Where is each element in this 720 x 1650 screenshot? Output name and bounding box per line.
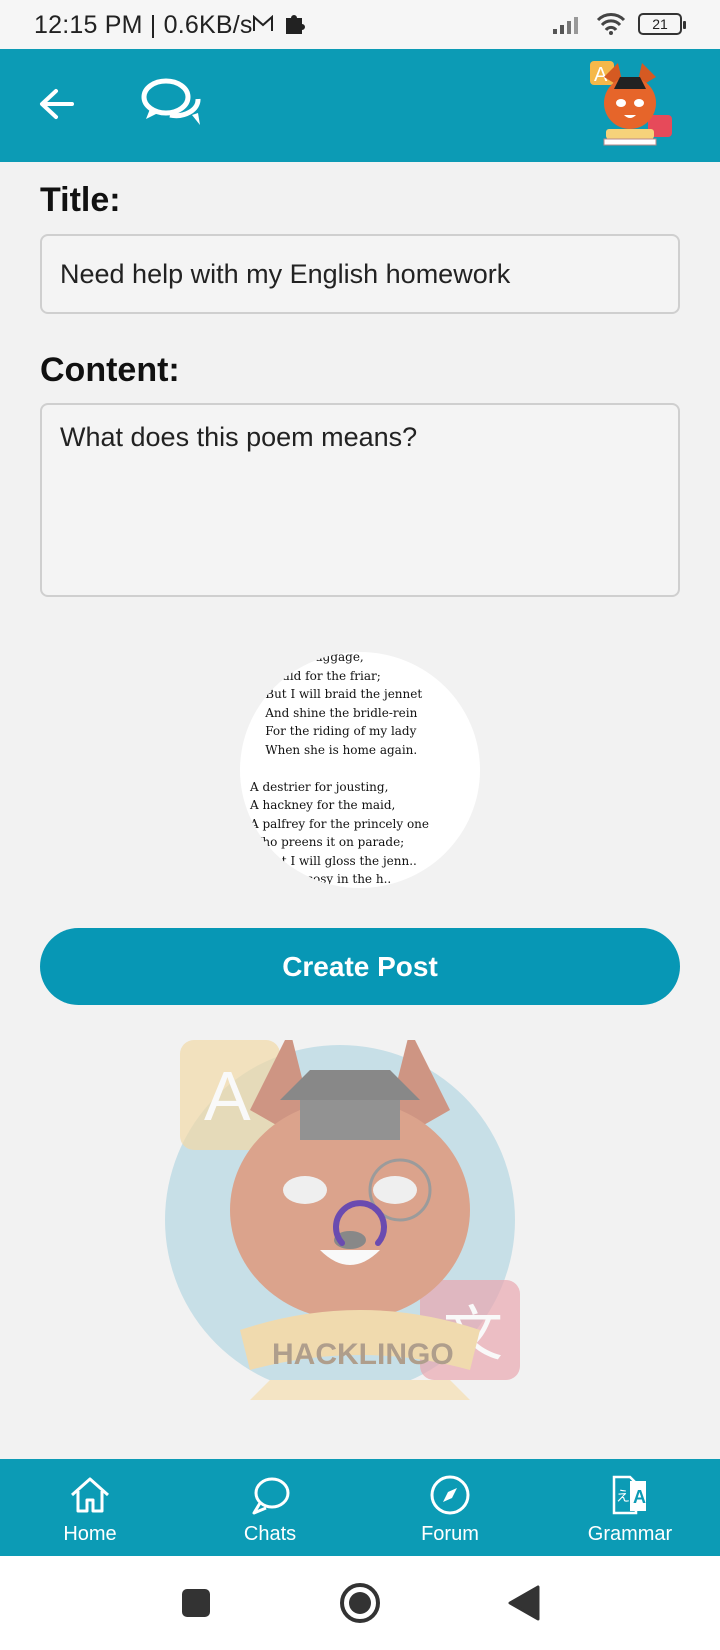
svg-text:A: A [204, 1057, 251, 1135]
svg-text:え: え [616, 1489, 630, 1505]
signal-icon [553, 17, 578, 34]
app-bar: A [0, 49, 720, 162]
nav-grammar[interactable]: A え Grammar [540, 1459, 720, 1556]
nav-home[interactable]: Home [0, 1459, 180, 1556]
status-bar: 12:15 PM | 0.6KB/s 21 [0, 0, 720, 49]
loading-spinner [333, 1200, 387, 1246]
home-system-button[interactable] [335, 1578, 385, 1628]
create-post-button[interactable]: Create Post [40, 928, 680, 1005]
hacklingo-logo: A [584, 59, 676, 151]
square-icon [182, 1589, 210, 1617]
mascot-banner-text: HACKLINGO [272, 1338, 454, 1371]
title-input[interactable]: Need help with my English homework [40, 234, 680, 314]
home-icon [71, 1477, 109, 1513]
nav-home-label: Home [63, 1523, 117, 1545]
nav-grammar-label: Grammar [587, 1523, 673, 1545]
puzzle-icon [286, 15, 305, 34]
content-label: Content: [40, 351, 180, 389]
recent-apps-button[interactable] [171, 1578, 221, 1628]
nav-forum[interactable]: Forum [360, 1459, 540, 1556]
mail-icon [253, 15, 273, 31]
battery-level: 21 [652, 16, 668, 32]
back-system-button[interactable] [499, 1578, 549, 1628]
nav-forum-label: Forum [421, 1523, 479, 1545]
back-arrow-icon [40, 89, 74, 119]
svg-text:A: A [594, 64, 608, 86]
attached-image-preview[interactable]: . ... the baggage, ..ewbald for the fria… [240, 652, 480, 888]
wifi-icon [596, 13, 626, 35]
chat-bubbles-icon [141, 78, 201, 125]
translate-icon: A え [612, 1475, 646, 1515]
triangle-back-icon [508, 1585, 540, 1621]
system-navigation-bar [0, 1556, 720, 1650]
svg-text:A: A [633, 1487, 646, 1507]
chat-icon [252, 1477, 290, 1515]
bottom-navigation: Home Chats Forum A え Grammar [0, 1459, 720, 1556]
status-time: 12:15 PM | 0.6KB/s [34, 11, 253, 39]
battery-icon: 21 [638, 13, 686, 35]
nav-chats[interactable]: Chats [180, 1459, 360, 1556]
circle-icon [340, 1583, 380, 1623]
title-label: Title: [40, 181, 121, 219]
back-button[interactable] [34, 82, 78, 126]
chat-button[interactable] [140, 75, 206, 131]
nav-chats-label: Chats [243, 1523, 297, 1545]
poem-image-text: . ... the baggage, ..ewbald for the fria… [250, 652, 430, 886]
compass-icon [430, 1475, 470, 1515]
content-textarea[interactable]: What does this poem means? [40, 403, 680, 597]
